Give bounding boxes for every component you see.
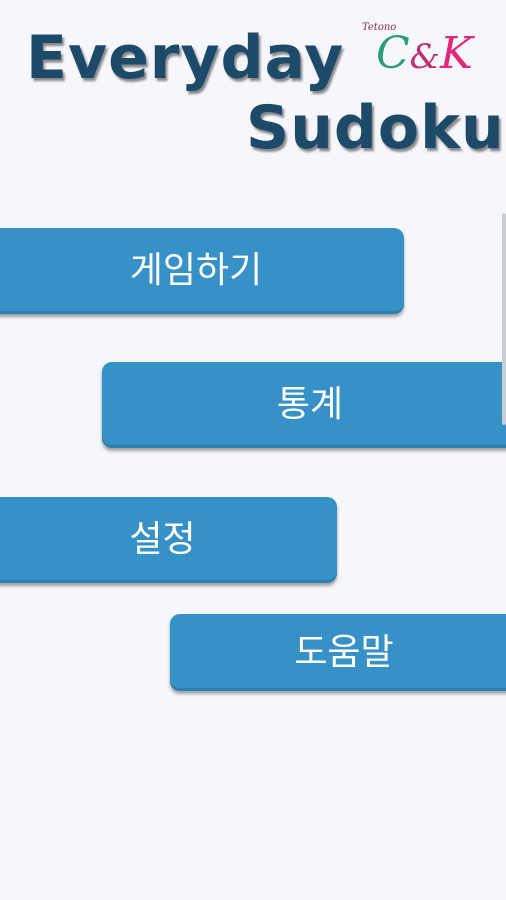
brand-letter-c: C <box>376 28 410 79</box>
brand-logo: Tetono C&K <box>362 22 490 92</box>
settings-label: 설정 <box>129 519 196 560</box>
app-title-everyday: Everyday <box>26 23 345 93</box>
brand-logo-mark: C&K <box>376 28 473 83</box>
scroll-indicator[interactable] <box>502 213 506 425</box>
play-game-label: 게임하기 <box>129 250 263 291</box>
settings-button[interactable]: 설정 <box>0 497 337 583</box>
brand-ampersand: & <box>409 37 440 77</box>
help-button[interactable]: 도움말 <box>170 614 506 691</box>
statistics-label: 통계 <box>276 384 344 425</box>
brand-letter-k: K <box>439 28 473 79</box>
help-label: 도움말 <box>294 632 394 673</box>
app-title-sudoku: Sudoku <box>246 93 505 163</box>
statistics-button[interactable]: 통계 <box>102 362 506 448</box>
play-game-button[interactable]: 게임하기 <box>0 228 404 314</box>
